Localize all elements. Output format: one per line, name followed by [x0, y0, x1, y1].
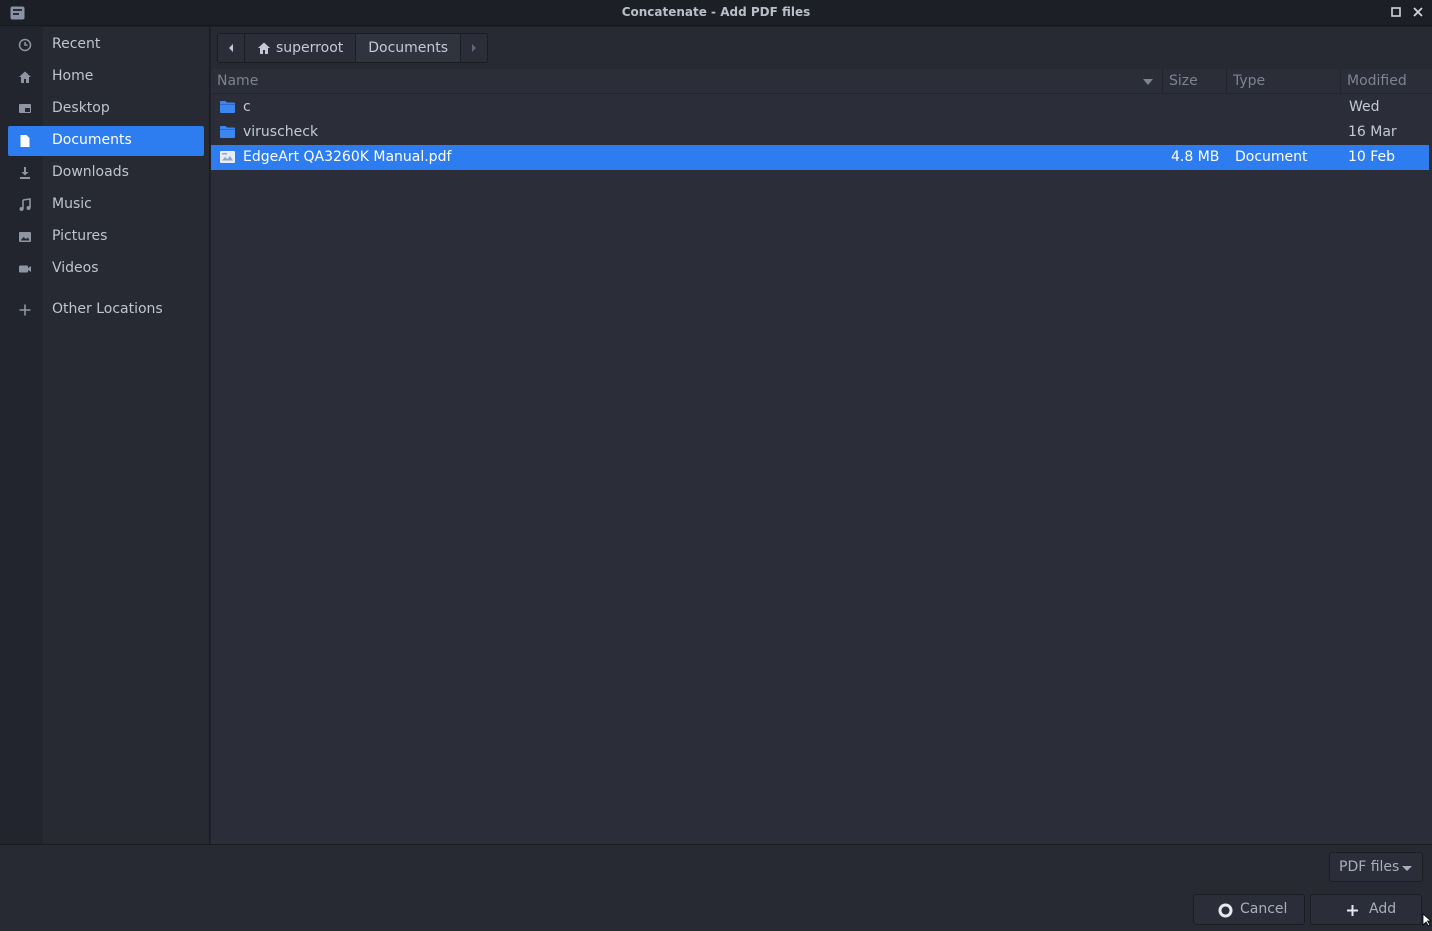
sidebar-item-recent[interactable]: Recent — [8, 30, 204, 60]
column-header-type[interactable]: Type — [1233, 73, 1265, 89]
sidebar-item-label: Downloads — [52, 164, 129, 180]
sidebar-item-videos[interactable]: Videos — [8, 254, 204, 284]
file-name: viruscheck — [243, 124, 319, 140]
chevron-left-icon — [229, 44, 233, 52]
sidebar-item-label: Documents — [52, 132, 132, 148]
folder-icon — [220, 126, 235, 138]
column-header-name[interactable]: Name — [217, 73, 258, 89]
sidebar-item-label: Desktop — [52, 100, 110, 116]
sidebar-item-music[interactable]: Music — [8, 190, 204, 220]
file-type-filter-dropdown[interactable]: PDF files — [1329, 852, 1423, 882]
sidebar-item-label: Other Locations — [52, 301, 163, 317]
cursor-icon — [1422, 913, 1432, 927]
sidebar-item-label: Videos — [52, 260, 99, 276]
sidebar-item-label: Pictures — [52, 228, 108, 244]
path-crumb-label: Documents — [368, 40, 449, 56]
places-sidebar: Recent Home Desktop Documents Downloads … — [0, 27, 210, 844]
title-bar: Concatenate - Add PDF files — [0, 0, 1432, 26]
file-row-selected[interactable]: EdgeArt QA3260K Manual.pdf 4.8 MB Docume… — [211, 145, 1429, 170]
column-header-modified[interactable]: Modified — [1347, 73, 1407, 89]
path-crumb-label: superroot — [276, 40, 344, 56]
file-modified: 16 Mar — [1348, 124, 1397, 140]
close-icon — [1413, 7, 1423, 17]
document-icon — [20, 135, 30, 147]
close-button[interactable] — [1410, 4, 1426, 20]
file-modified: 10 Feb — [1348, 149, 1396, 165]
sort-down-icon[interactable] — [1143, 79, 1153, 85]
sidebar-item-documents[interactable]: Documents — [8, 126, 204, 156]
file-modified: Wed — [1349, 99, 1380, 115]
column-separator — [1162, 69, 1163, 94]
path-bar: superroot Documents — [211, 27, 1432, 69]
column-header-size[interactable]: Size — [1169, 73, 1198, 89]
filter-label: PDF files — [1339, 859, 1400, 875]
cancel-button[interactable]: Cancel — [1193, 894, 1305, 925]
dialog-footer: PDF files Cancel Add — [0, 844, 1432, 931]
file-row[interactable]: c Wed — [211, 95, 1429, 120]
picture-icon — [19, 232, 31, 242]
cancel-icon — [1218, 903, 1233, 918]
chevron-right-icon — [472, 44, 477, 52]
plus-icon — [19, 304, 31, 316]
window-title: Concatenate - Add PDF files — [621, 5, 811, 19]
home-icon — [19, 71, 31, 83]
path-forward-button[interactable] — [461, 34, 487, 62]
maximize-button[interactable] — [1388, 4, 1404, 20]
sidebar-item-home[interactable]: Home — [8, 62, 204, 92]
file-name: EdgeArt QA3260K Manual.pdf — [243, 149, 452, 165]
download-icon — [20, 167, 30, 179]
path-back-button[interactable] — [218, 34, 245, 62]
pdf-file-icon — [220, 151, 235, 163]
sidebar-item-other-locations[interactable]: Other Locations — [8, 295, 204, 325]
file-list[interactable]: Name Size Type Modified c Wed viruscheck… — [211, 69, 1432, 844]
home-icon — [258, 42, 270, 54]
file-list-header: Name Size Type Modified — [211, 69, 1432, 94]
column-separator — [1226, 69, 1227, 94]
sidebar-item-label: Home — [52, 68, 94, 84]
video-icon — [19, 265, 31, 273]
file-name: c — [243, 99, 251, 115]
sidebar-item-label: Music — [52, 196, 92, 212]
file-type: Document — [1235, 149, 1308, 165]
path-crumb-home[interactable]: superroot — [245, 34, 357, 62]
sidebar-item-desktop[interactable]: Desktop — [8, 94, 204, 124]
add-button[interactable]: Add — [1310, 894, 1422, 925]
cancel-label: Cancel — [1240, 901, 1288, 917]
file-size: 4.8 MB — [1171, 149, 1220, 165]
maximize-icon — [1391, 7, 1401, 17]
add-label: Add — [1369, 901, 1397, 917]
sidebar-item-label: Recent — [52, 36, 101, 52]
music-icon — [19, 198, 31, 211]
folder-icon — [220, 101, 235, 113]
sidebar-item-pictures[interactable]: Pictures — [8, 222, 204, 252]
breadcrumb: superroot Documents — [217, 33, 489, 63]
file-row[interactable]: viruscheck 16 Mar — [211, 120, 1429, 145]
plus-icon — [1347, 905, 1358, 916]
sidebar-item-downloads[interactable]: Downloads — [8, 158, 204, 188]
desktop-icon — [19, 104, 31, 113]
column-separator — [1340, 69, 1341, 94]
clock-icon — [18, 38, 32, 52]
chevron-down-icon — [1402, 866, 1412, 871]
path-crumb-documents[interactable]: Documents — [356, 34, 462, 62]
